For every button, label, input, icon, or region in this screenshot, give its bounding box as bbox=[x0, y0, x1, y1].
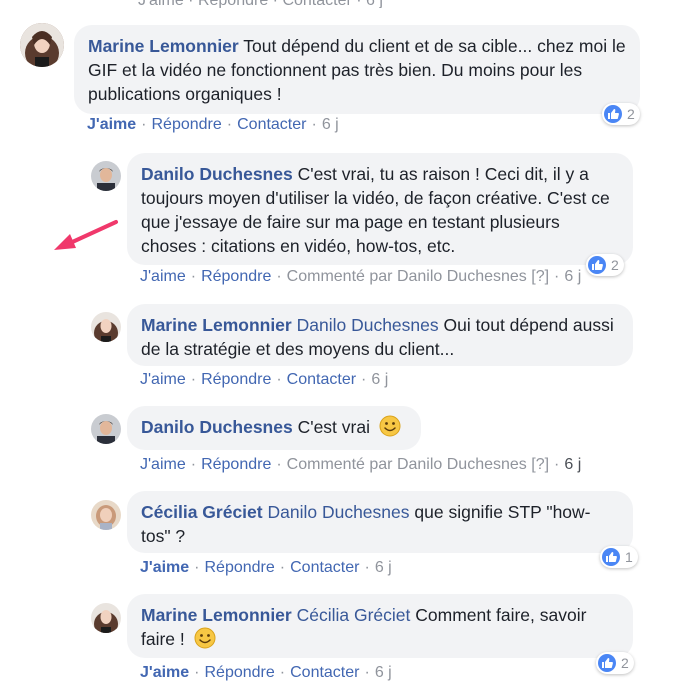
reaction-number: 2 bbox=[627, 106, 635, 122]
like-button[interactable]: J'aime bbox=[87, 116, 136, 133]
timestamp[interactable]: 6 j bbox=[322, 116, 339, 133]
reply-button[interactable]: Répondre bbox=[201, 371, 271, 388]
commented-by-label: Commenté par Danilo Duchesnes bbox=[286, 456, 527, 473]
reply-button[interactable]: Répondre bbox=[201, 268, 271, 285]
comment-bubble: Danilo Duchesnes C'est vrai, tu as raiso… bbox=[127, 153, 633, 265]
smiley-icon bbox=[194, 627, 216, 649]
reply-button[interactable]: Répondre bbox=[205, 559, 275, 576]
contact-button[interactable]: Contacter bbox=[290, 559, 359, 576]
avatar[interactable] bbox=[91, 603, 121, 633]
comment-bubble: Cécilia Gréciet Danilo Duchesnes que sig… bbox=[127, 491, 633, 553]
like-button[interactable]: J'aime bbox=[140, 559, 189, 576]
comment-bubble: Marine Lemonnier Cécilia Gréciet Comment… bbox=[127, 594, 633, 658]
help-link[interactable]: [?] bbox=[531, 268, 549, 285]
author-link[interactable]: Marine Lemonnier bbox=[141, 605, 292, 625]
like-reaction-icon bbox=[602, 548, 620, 566]
author-link[interactable]: Cécilia Gréciet bbox=[141, 502, 263, 522]
contact-button[interactable]: Contacter bbox=[237, 116, 306, 133]
smiley-icon bbox=[379, 415, 401, 437]
timestamp[interactable]: 6 j bbox=[371, 371, 388, 388]
cutoff-actions-text: J'aime · Répondre · Contacter · 6 j bbox=[138, 0, 383, 8]
mention-link[interactable]: Danilo Duchesnes bbox=[297, 315, 439, 335]
like-reaction-icon bbox=[604, 105, 622, 123]
avatar[interactable] bbox=[91, 414, 121, 444]
timestamp[interactable]: 6 j bbox=[564, 456, 581, 473]
comment-actions: J'aime · Répondre · Commenté par Danilo Duch… bbox=[140, 456, 582, 473]
author-link[interactable]: Marine Lemonnier bbox=[88, 36, 239, 56]
reaction-number: 2 bbox=[621, 655, 629, 671]
comment-actions: J'aime · Répondre · Contacter · 6 j bbox=[140, 371, 389, 388]
pink-arrow-annotation bbox=[54, 220, 118, 250]
like-reaction-icon bbox=[588, 256, 606, 274]
reaction-count[interactable]: 1 bbox=[600, 546, 638, 568]
like-button[interactable]: J'aime bbox=[140, 664, 189, 681]
reply-button[interactable]: Répondre bbox=[152, 116, 222, 133]
author-link[interactable]: Marine Lemonnier bbox=[141, 315, 292, 335]
comment-bubble: Danilo Duchesnes C'est vrai bbox=[127, 406, 421, 450]
avatar[interactable] bbox=[91, 312, 121, 342]
like-reaction-icon bbox=[598, 654, 616, 672]
avatar[interactable] bbox=[20, 23, 64, 67]
author-link[interactable]: Danilo Duchesnes bbox=[141, 164, 293, 184]
comment-actions: J'aime · Répondre · Contacter · 6 j bbox=[140, 559, 392, 576]
avatar[interactable] bbox=[91, 500, 121, 530]
help-link[interactable]: [?] bbox=[531, 456, 549, 473]
comment-actions: J'aime · Répondre · Contacter · 6 j bbox=[140, 664, 392, 681]
like-button[interactable]: J'aime bbox=[140, 268, 186, 285]
comment-bubble: Marine Lemonnier Danilo Duchesnes Oui to… bbox=[127, 304, 633, 366]
avatar[interactable] bbox=[91, 161, 121, 191]
previous-comment-actions-cutoff: J'aime · Répondre · Contacter · 6 j bbox=[0, 0, 700, 8]
reaction-count[interactable]: 2 bbox=[596, 652, 634, 674]
reaction-count[interactable]: 2 bbox=[602, 103, 640, 125]
timestamp[interactable]: 6 j bbox=[564, 268, 581, 285]
reply-button[interactable]: Répondre bbox=[205, 664, 275, 681]
comment-actions: J'aime · Répondre · Commenté par Danilo Duch… bbox=[140, 268, 582, 285]
comment-text: C'est vrai bbox=[297, 417, 370, 437]
reply-button[interactable]: Répondre bbox=[201, 456, 271, 473]
commented-by-label: Commenté par Danilo Duchesnes bbox=[286, 268, 527, 285]
reaction-number: 1 bbox=[625, 549, 633, 565]
comment-actions: J'aime · Répondre · Contacter · 6 j bbox=[87, 116, 339, 133]
reaction-count[interactable]: 2 bbox=[586, 254, 624, 276]
mention-link[interactable]: Cécilia Gréciet bbox=[297, 605, 411, 625]
timestamp[interactable]: 6 j bbox=[375, 559, 392, 576]
contact-button[interactable]: Contacter bbox=[290, 664, 359, 681]
reaction-number: 2 bbox=[611, 257, 619, 273]
like-button[interactable]: J'aime bbox=[140, 371, 186, 388]
mention-link[interactable]: Danilo Duchesnes bbox=[267, 502, 409, 522]
author-link[interactable]: Danilo Duchesnes bbox=[141, 417, 293, 437]
timestamp[interactable]: 6 j bbox=[375, 664, 392, 681]
contact-button[interactable]: Contacter bbox=[287, 371, 356, 388]
comment-bubble: Marine Lemonnier Tout dépend du client e… bbox=[74, 25, 640, 114]
like-button[interactable]: J'aime bbox=[140, 456, 186, 473]
